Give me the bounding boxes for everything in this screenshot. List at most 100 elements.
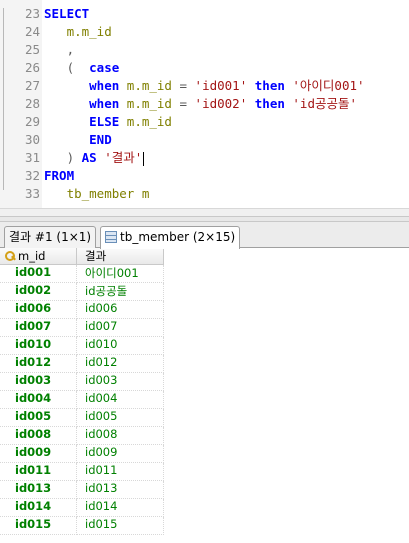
cell-result[interactable]: id012 xyxy=(77,355,164,373)
table-row[interactable]: id001 아이디001 xyxy=(0,265,409,283)
table-row[interactable]: id006 id006 xyxy=(0,301,409,319)
cell-m-id[interactable]: id011 xyxy=(0,463,77,481)
table-row[interactable]: id007 id007 xyxy=(0,319,409,337)
table-row[interactable]: id008 id008 xyxy=(0,427,409,445)
code-token: when xyxy=(89,96,120,111)
code-token: tb_member m xyxy=(44,186,150,201)
code-line[interactable]: ( case xyxy=(44,59,120,77)
code-token: END xyxy=(89,132,112,147)
column-header-m-id-label: m_id xyxy=(18,249,46,263)
line-number: 30 xyxy=(24,132,40,147)
column-header-m-id[interactable]: m_id xyxy=(0,248,77,265)
cell-result[interactable]: id013 xyxy=(77,481,164,499)
table-row[interactable]: id010 id010 xyxy=(0,337,409,355)
code-token: m.m_id xyxy=(119,114,172,129)
code-token: ) xyxy=(44,150,82,165)
code-line[interactable]: END xyxy=(44,131,112,149)
code-token: 'id002' xyxy=(194,96,248,111)
cell-m-id[interactable]: id009 xyxy=(0,445,77,463)
tab-result-1-label: 결과 #1 (1×1) xyxy=(9,230,92,244)
column-header-result[interactable]: 결과 xyxy=(77,248,164,265)
tab-result-1[interactable]: 결과 #1 (1×1) xyxy=(4,226,97,248)
line-number: 24 xyxy=(24,24,40,39)
code-token: then xyxy=(254,96,285,111)
cell-result[interactable]: id011 xyxy=(77,463,164,481)
table-row[interactable]: id013 id013 xyxy=(0,481,409,499)
cell-m-id[interactable]: id004 xyxy=(0,391,77,409)
cell-result[interactable]: id004 xyxy=(77,391,164,409)
fold-margin[interactable] xyxy=(0,0,8,216)
cell-m-id[interactable]: id008 xyxy=(0,427,77,445)
line-number: 33 xyxy=(24,186,40,201)
table-row[interactable]: id012 id012 xyxy=(0,355,409,373)
code-line[interactable]: when m.m_id = 'id002' then 'id공공돌' xyxy=(44,95,357,113)
cell-m-id[interactable]: id012 xyxy=(0,355,77,373)
code-token: 'id공공돌' xyxy=(284,96,358,111)
code-line[interactable]: ) AS '결과' xyxy=(44,149,145,167)
cell-m-id[interactable]: id015 xyxy=(0,517,77,535)
code-token: '아이디001' xyxy=(284,78,365,93)
code-token: = xyxy=(179,78,195,93)
text-cursor xyxy=(143,151,145,166)
code-token: SELECT xyxy=(44,6,90,21)
cell-result[interactable]: id공공돌 xyxy=(77,283,164,301)
cell-result[interactable]: id009 xyxy=(77,445,164,463)
cell-result[interactable]: id014 xyxy=(77,499,164,517)
cell-result[interactable]: id008 xyxy=(77,427,164,445)
code-line[interactable]: , xyxy=(44,41,75,59)
cell-m-id[interactable]: id006 xyxy=(0,301,77,319)
table-row[interactable]: id009 id009 xyxy=(0,445,409,463)
cell-result[interactable]: id006 xyxy=(77,301,164,319)
cell-result[interactable]: id007 xyxy=(77,319,164,337)
code-token: m.m_id xyxy=(119,96,180,111)
table-icon xyxy=(105,231,117,243)
code-line[interactable]: FROM xyxy=(44,167,74,185)
table-row[interactable]: id015 id015 xyxy=(0,517,409,535)
line-number: 31 xyxy=(24,150,40,165)
cell-m-id[interactable]: id001 xyxy=(0,265,77,283)
line-number: 27 xyxy=(24,78,40,93)
result-tab-bar: 결과 #1 (1×1) tb_member (2×15) xyxy=(0,222,409,249)
sql-editor[interactable]: 23 SELECT 24 m.m_id 25 , 26 ( case 27 when m.… xyxy=(0,0,409,216)
editor-horizontal-scrollbar[interactable] xyxy=(0,208,409,216)
table-row[interactable]: id002 id공공돌 xyxy=(0,283,409,301)
cell-m-id[interactable]: id007 xyxy=(0,319,77,337)
code-token: case xyxy=(89,60,120,75)
tab-tb-member[interactable]: tb_member (2×15) xyxy=(100,226,241,249)
table-row[interactable]: id005 id005 xyxy=(0,409,409,427)
table-row[interactable]: id004 id004 xyxy=(0,391,409,409)
code-token: , xyxy=(44,42,75,57)
code-line[interactable]: SELECT xyxy=(44,5,89,23)
tab-tb-member-label: tb_member (2×15) xyxy=(120,230,236,244)
code-line[interactable]: when m.m_id = 'id001' then '아이디001' xyxy=(44,77,365,95)
table-row[interactable]: id011 id011 xyxy=(0,463,409,481)
cell-result[interactable]: id003 xyxy=(77,373,164,391)
code-line[interactable]: ELSE m.m_id xyxy=(44,113,172,131)
cell-result[interactable]: id005 xyxy=(77,409,164,427)
line-number: 32 xyxy=(24,168,40,183)
cell-result[interactable]: id015 xyxy=(77,517,164,535)
line-number: 28 xyxy=(24,96,40,111)
cell-m-id[interactable]: id010 xyxy=(0,337,77,355)
cell-m-id[interactable]: id005 xyxy=(0,409,77,427)
cell-m-id[interactable]: id002 xyxy=(0,283,77,301)
table-row[interactable]: id003 id003 xyxy=(0,373,409,391)
code-token: FROM xyxy=(44,168,75,183)
code-token: when xyxy=(89,78,120,93)
code-token: ( xyxy=(44,60,90,75)
table-row[interactable]: id014 id014 xyxy=(0,499,409,517)
cell-result[interactable]: id010 xyxy=(77,337,164,355)
code-line[interactable]: m.m_id xyxy=(44,23,112,41)
code-line[interactable]: tb_member m xyxy=(44,185,150,203)
cell-m-id[interactable]: id013 xyxy=(0,481,77,499)
cell-m-id[interactable]: id014 xyxy=(0,499,77,517)
result-grid[interactable]: m_id 결과 id001 아이디001 id002 id공공돌 id006 id006 i… xyxy=(0,248,409,543)
code-token: then xyxy=(254,78,285,93)
code-token: 'id001' xyxy=(194,78,248,93)
cell-m-id[interactable]: id003 xyxy=(0,373,77,391)
cell-result[interactable]: 아이디001 xyxy=(77,265,164,283)
code-token: = xyxy=(179,96,195,111)
